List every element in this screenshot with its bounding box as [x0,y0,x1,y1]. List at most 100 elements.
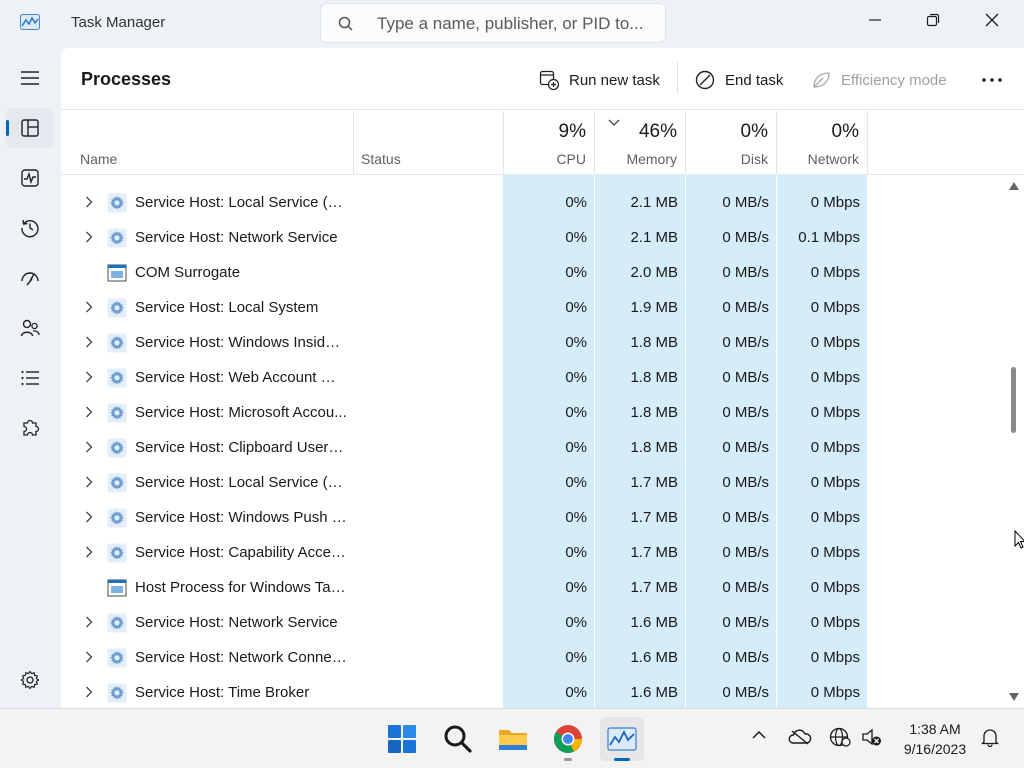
scroll-up-arrow-icon[interactable] [1009,182,1019,190]
table-row[interactable]: Service Host: Local Service (N... 0% 2.1 M… [61,185,1024,220]
scrollbar-thumb[interactable] [1011,367,1016,433]
nav-app-history[interactable] [6,208,54,248]
table-row[interactable]: Service Host: Windows Insider ... 0% 1.8 M… [61,325,1024,360]
service-gear-icon [107,543,127,563]
column-header-memory[interactable]: 46% Memory [594,111,685,175]
table-row[interactable]: Service Host: Network Connec... 0% 1.6 MB 0… [61,640,1024,675]
cpu-value: 0% [565,404,587,421]
task-manager-taskbar-button[interactable] [600,717,644,761]
nav-services[interactable] [6,408,54,448]
table-row[interactable]: Service Host: Local Service (N... 0% 1.7 M… [61,465,1024,500]
expand-chevron-icon[interactable] [85,336,93,348]
more-horizontal-icon [982,78,1002,82]
vertical-scrollbar[interactable] [1002,175,1024,708]
table-row[interactable]: Service Host: Local System 0% 1.9 MB 0 MB/s… [61,290,1024,325]
service-gear-icon [107,368,127,388]
process-name: Service Host: Network Connec... [135,649,347,666]
more-options-button[interactable] [981,66,1013,94]
table-row[interactable]: Service Host: Microsoft Accou... 0% 1.8 MB… [61,395,1024,430]
volume-muted-icon[interactable] [861,727,883,747]
expand-chevron-icon[interactable] [85,686,93,698]
expand-chevron-icon[interactable] [85,546,93,558]
process-list[interactable]: Service Host: Local Service (N... 0% 2.1 M… [61,175,1024,708]
taskbar-search-button[interactable] [436,717,480,761]
table-row[interactable]: Service Host: Web Account Ma... 0% 1.8 MB 0… [61,360,1024,395]
notification-bell-icon[interactable] [980,727,1000,747]
end-task-button[interactable]: End task [695,66,783,94]
expand-chevron-icon[interactable] [85,476,93,488]
column-header-status[interactable]: Status [354,111,503,175]
process-name: COM Surrogate [135,264,241,281]
hamburger-menu-button[interactable] [6,58,54,98]
expand-chevron-icon[interactable] [85,301,93,313]
application-window-icon [107,579,127,597]
memory-value: 2.1 MB [630,229,678,246]
network-value: 0 Mbps [810,649,860,666]
expand-chevron-icon[interactable] [85,511,93,523]
efficiency-mode-button[interactable]: Efficiency mode [811,66,947,94]
expand-chevron-icon[interactable] [85,406,93,418]
show-hidden-icons-chevron-icon[interactable] [751,727,767,743]
table-row[interactable]: Service Host: Time Broker 0% 1.6 MB 0 MB/s 0… [61,675,1024,708]
column-divider [685,111,686,175]
startup-speedometer-icon [21,272,39,286]
memory-value: 2.1 MB [630,194,678,211]
table-row[interactable]: Service Host: Capability Acces... 0% 1.7 M… [61,535,1024,570]
nav-performance[interactable] [6,158,54,198]
service-gear-icon [107,228,127,248]
nav-startup-apps[interactable] [6,258,54,298]
table-row[interactable]: Host Process for Windows Tasks 0% 1.7 MB 0 … [61,570,1024,605]
expand-chevron-icon[interactable] [85,651,93,663]
network-value: 0.1 Mbps [798,229,860,246]
column-header-name[interactable]: Name [61,111,353,175]
run-new-task-button[interactable]: Run new task [539,66,660,94]
service-gear-icon [107,683,127,703]
column-header-cpu[interactable]: 9% CPU [503,111,594,175]
cpu-value: 0% [565,229,587,246]
expand-chevron-icon[interactable] [85,441,93,453]
system-clock[interactable]: 1:38 AM 9/16/2023 [893,719,977,759]
column-header-network[interactable]: 0% Network [776,111,867,175]
file-explorer-button[interactable] [491,717,535,761]
start-button[interactable] [380,717,424,761]
expand-chevron-icon[interactable] [85,196,93,208]
nav-details[interactable] [6,358,54,398]
process-name: Service Host: Local System [135,299,319,316]
memory-total: 46% [638,121,677,142]
onedrive-cloud-icon[interactable] [788,727,812,745]
restore-button[interactable] [910,4,956,34]
cpu-total: 9% [558,121,586,142]
expand-chevron-icon[interactable] [85,371,93,383]
search-input[interactable]: Type a name, publisher, or PID to... [320,3,666,43]
service-gear-icon [107,438,127,458]
minimize-button[interactable] [852,4,898,34]
scroll-down-arrow-icon[interactable] [1009,693,1019,701]
nav-users[interactable] [6,308,54,348]
column-header-disk[interactable]: 0% Disk [685,111,776,175]
process-name: Service Host: Clipboard User S... [135,439,347,456]
chrome-button[interactable] [546,717,590,761]
network-value: 0 Mbps [810,509,860,526]
process-name: Service Host: Local Service (N... [135,194,347,211]
table-row[interactable]: Service Host: Clipboard User S... 0% 1.8 M… [61,430,1024,465]
close-button[interactable] [969,4,1015,34]
expand-chevron-icon[interactable] [85,231,93,243]
chrome-icon [554,725,582,753]
network-globe-icon[interactable] [829,727,851,747]
table-row[interactable]: Service Host: Network Service 0% 2.1 MB 0 M… [61,220,1024,255]
column-divider [503,111,504,175]
table-row[interactable]: Service Host: Windows Push N... 0% 1.7 MB 0… [61,500,1024,535]
history-icon [21,219,39,238]
table-row[interactable]: Service Host: Network Service 0% 1.6 MB 0 M… [61,605,1024,640]
table-row[interactable]: COM Surrogate 0% 2.0 MB 0 MB/s 0 Mbps [61,255,1024,290]
table-header: Name Status 9% CPU 46% Memory 0% Disk 0%… [61,111,1024,175]
memory-value: 1.6 MB [630,684,678,701]
nav-processes[interactable] [6,108,54,148]
efficiency-mode-label: Efficiency mode [841,71,947,89]
nav-settings[interactable] [6,660,54,700]
network-value: 0 Mbps [810,544,860,561]
expand-chevron-icon[interactable] [85,616,93,628]
cpu-value: 0% [565,614,587,631]
users-icon [20,319,40,337]
minimize-icon [869,19,881,21]
